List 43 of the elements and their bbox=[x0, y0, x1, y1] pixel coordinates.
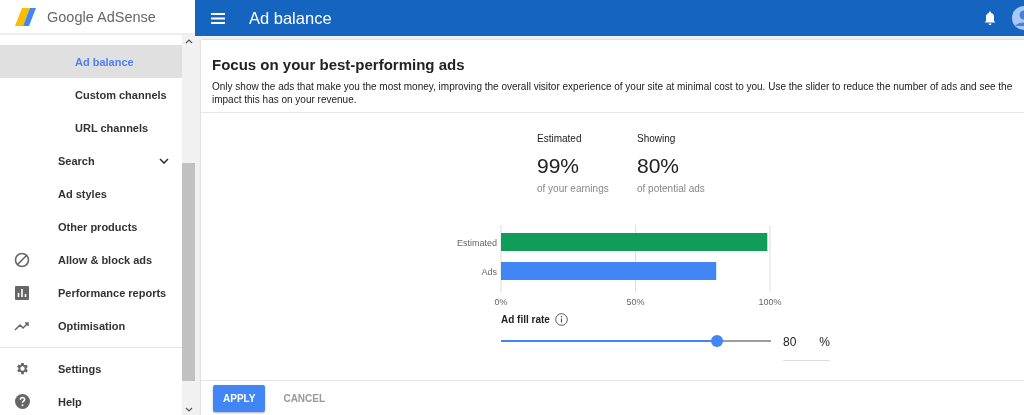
stat-caption: of potential ads bbox=[637, 182, 705, 196]
help-icon bbox=[14, 394, 30, 409]
slider-thumb[interactable] bbox=[711, 335, 723, 348]
scroll-down-icon[interactable] bbox=[184, 407, 193, 412]
sidebar-item[interactable]: URL channels bbox=[0, 111, 182, 144]
tick-label: 50% bbox=[626, 297, 645, 308]
category-label: Ads bbox=[481, 267, 497, 278]
logo-text: Google AdSense bbox=[47, 8, 156, 25]
avatar-icon[interactable] bbox=[1012, 6, 1024, 30]
stat-value: 80% bbox=[637, 153, 680, 179]
page-title: Ad balance bbox=[249, 8, 332, 28]
card-title: Focus on your best-performing ads bbox=[212, 56, 466, 73]
stat-label: Estimated bbox=[537, 132, 582, 145]
sidebar-item[interactable]: Settings bbox=[0, 352, 182, 385]
menu-icon[interactable] bbox=[211, 12, 225, 24]
tick-label: 0% bbox=[494, 297, 508, 308]
sidebar-item[interactable]: Performance reports bbox=[0, 276, 182, 309]
scroll-up-icon[interactable] bbox=[184, 39, 193, 44]
tick-label: 100% bbox=[758, 297, 782, 308]
value-field[interactable]: 80 % bbox=[783, 324, 830, 362]
sidebar-item[interactable]: Ad styles bbox=[0, 177, 182, 210]
stat-caption: of your earnings bbox=[537, 182, 609, 196]
slider-label: Ad fill rate bbox=[501, 314, 550, 326]
description: Only show the ads that make you the most money, improving the overall visitor experience of your site at minimal cost to you. Use the slider to reduce the number of ads and see the impact this has on your revenue. bbox=[212, 80, 1014, 106]
sidebar-item[interactable]: Allow & block ads bbox=[0, 243, 182, 276]
block-icon bbox=[14, 251, 30, 268]
stat-label: Showing bbox=[637, 132, 676, 145]
sidebar-item[interactable]: Custom channels bbox=[0, 78, 182, 111]
sidebar-item[interactable]: Other products bbox=[0, 210, 182, 243]
slider[interactable] bbox=[501, 335, 771, 348]
chevron-down-icon bbox=[159, 158, 169, 164]
apply-button[interactable]: APPLY bbox=[213, 384, 266, 412]
stat-value: 99% bbox=[537, 153, 580, 179]
trending-icon bbox=[14, 320, 30, 331]
bar-chart-icon bbox=[15, 285, 29, 300]
info-icon[interactable] bbox=[554, 313, 568, 327]
bell-icon[interactable] bbox=[984, 11, 996, 25]
settings-icon bbox=[14, 361, 30, 376]
sidebar-item[interactable]: Help bbox=[0, 385, 182, 415]
sidebar-item[interactable]: Optimisation bbox=[0, 309, 182, 342]
sidebar-item[interactable]: Search bbox=[0, 144, 182, 177]
category-label: Estimated bbox=[456, 238, 497, 249]
scrollbar[interactable] bbox=[182, 35, 195, 415]
